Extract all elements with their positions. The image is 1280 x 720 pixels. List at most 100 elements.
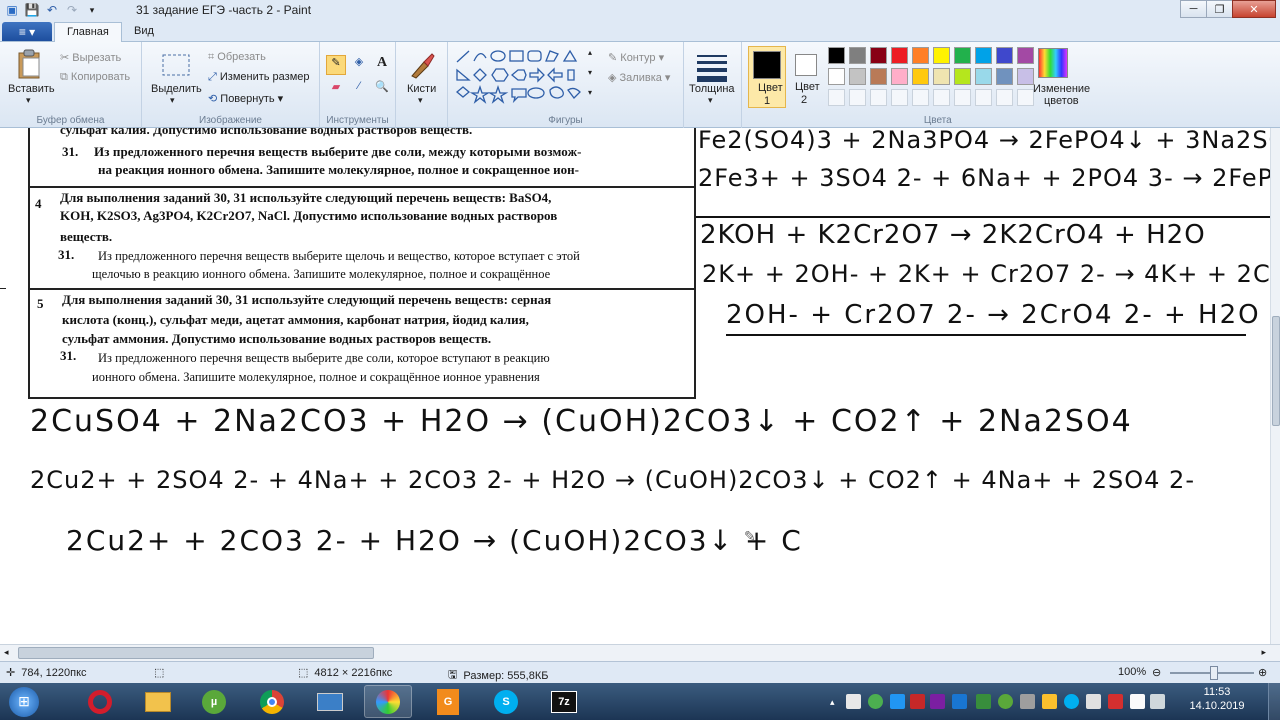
palette-color-swatch[interactable] (1017, 68, 1034, 85)
shapes-expand-icon[interactable]: ▾ (588, 88, 592, 97)
vertical-scrollbar[interactable] (1270, 128, 1280, 644)
text-tool-icon[interactable]: A (372, 55, 392, 75)
brushes-dropdown-icon[interactable]: ▾ (418, 95, 423, 106)
palette-color-swatch[interactable] (912, 47, 929, 64)
tab-view[interactable]: Вид (122, 22, 166, 42)
tray-app-icon[interactable] (1042, 694, 1057, 709)
pencil-tool-icon[interactable]: ✎ (326, 55, 346, 75)
paint-app-icon[interactable]: ▣ (4, 2, 20, 18)
shapes-scroll-down-icon[interactable]: ▾ (588, 68, 592, 77)
explorer-taskbar-icon[interactable] (134, 685, 182, 718)
pdf-taskbar-icon[interactable]: G (424, 685, 472, 718)
palette-color-swatch[interactable] (891, 47, 908, 64)
custom-color-slot[interactable] (891, 89, 908, 106)
palette-color-swatch[interactable] (912, 68, 929, 85)
shapes-scroll-up-icon[interactable]: ▴ (588, 48, 592, 57)
color1-button[interactable]: Цвет 1 (748, 46, 786, 108)
select-icon[interactable] (160, 50, 192, 82)
scroll-right-icon[interactable]: ▸ (1261, 647, 1266, 658)
custom-color-slot[interactable] (912, 89, 929, 106)
maximize-button[interactable]: ❐ (1206, 0, 1233, 18)
close-button[interactable]: ✕ (1232, 0, 1276, 18)
palette-color-swatch[interactable] (933, 68, 950, 85)
tray-network-icon[interactable] (1130, 694, 1145, 709)
custom-color-slot[interactable] (828, 89, 845, 106)
crop-button[interactable]: ⌗ Обрезать (208, 51, 266, 64)
palette-color-swatch[interactable] (849, 47, 866, 64)
tray-app-icon[interactable] (890, 694, 905, 709)
fill-button[interactable]: ◈ Заливка ▾ (608, 71, 670, 84)
scroll-left-icon[interactable]: ◂ (4, 647, 9, 658)
minimize-button[interactable]: ─ (1180, 0, 1207, 18)
zoom-out-button[interactable]: ⊖ (1152, 666, 1161, 679)
edit-colors-label-2[interactable]: цветов (1044, 95, 1079, 107)
start-button[interactable]: ⊞ (0, 685, 48, 718)
horizontal-scroll-thumb[interactable] (18, 647, 374, 659)
tray-app-icon[interactable] (1020, 694, 1035, 709)
7zip-taskbar-icon[interactable]: 7z (540, 685, 588, 718)
paste-dropdown-icon[interactable]: ▾ (26, 95, 31, 106)
paint-taskbar-icon[interactable] (364, 685, 412, 718)
select-button[interactable]: Выделить (151, 83, 202, 95)
resize-button[interactable]: ⤢ Изменить размер (208, 71, 310, 84)
palette-color-swatch[interactable] (933, 47, 950, 64)
outline-button[interactable]: ✎ Контур ▾ (608, 51, 664, 64)
show-desktop-button[interactable] (1268, 683, 1280, 720)
tray-skype-icon[interactable] (1064, 694, 1079, 709)
chrome-taskbar-icon[interactable] (248, 685, 296, 718)
size-dropdown-icon[interactable]: ▾ (708, 95, 713, 106)
canvas-area[interactable]: сульфат калия. Допустимо использование в… (0, 128, 1280, 644)
file-menu-button[interactable]: ≡ ▾ (2, 22, 52, 41)
brushes-button[interactable]: Кисти (407, 83, 436, 95)
eraser-tool-icon[interactable]: ▰ (326, 80, 346, 100)
tray-app-icon[interactable] (1086, 694, 1101, 709)
edit-colors-label[interactable]: Изменение (1033, 83, 1090, 95)
palette-color-swatch[interactable] (828, 47, 845, 64)
palette-color-swatch[interactable] (996, 47, 1013, 64)
fill-tool-icon[interactable]: ◈ (349, 55, 369, 75)
zoom-in-button[interactable]: ⊕ (1258, 666, 1267, 679)
redo-icon[interactable]: ↷ (64, 2, 80, 18)
palette-color-swatch[interactable] (975, 68, 992, 85)
color2-button[interactable]: Цвет 2 (788, 46, 826, 108)
taskbar-clock[interactable]: 11:53 14.10.2019 (1180, 686, 1254, 712)
tray-app-icon[interactable] (976, 694, 991, 709)
customize-qa-icon[interactable]: ▾ (84, 2, 100, 18)
paste-button[interactable]: Вставить (8, 83, 55, 95)
tray-check-icon[interactable] (868, 694, 883, 709)
custom-color-slot[interactable] (933, 89, 950, 106)
vertical-scroll-thumb[interactable] (1272, 316, 1280, 426)
undo-icon[interactable]: ↶ (44, 2, 60, 18)
line-thickness-icon[interactable] (696, 52, 728, 84)
custom-color-slot[interactable] (996, 89, 1013, 106)
palette-color-swatch[interactable] (954, 68, 971, 85)
paste-icon[interactable] (14, 48, 46, 80)
size-button[interactable]: Толщина (689, 83, 735, 95)
custom-color-slot[interactable] (1017, 89, 1034, 106)
tab-home[interactable]: Главная (54, 22, 122, 42)
rotate-button[interactable]: ⟲ Повернуть ▾ (208, 92, 283, 105)
horizontal-scrollbar[interactable]: ◂ ▸ (0, 644, 1280, 661)
palette-color-swatch[interactable] (975, 47, 992, 64)
tray-app-icon[interactable] (930, 694, 945, 709)
edit-colors-icon[interactable] (1038, 48, 1068, 78)
magnifier-icon[interactable]: 🔍 (372, 80, 392, 100)
display-taskbar-icon[interactable] (306, 685, 354, 718)
palette-color-swatch[interactable] (1017, 47, 1034, 64)
skype-taskbar-icon[interactable]: S (482, 685, 530, 718)
zoom-slider-thumb[interactable] (1210, 666, 1218, 680)
color-picker-icon[interactable]: ⁄ (349, 80, 369, 100)
tray-utorrent-icon[interactable] (998, 694, 1013, 709)
custom-color-slot[interactable] (849, 89, 866, 106)
utorrent-taskbar-icon[interactable]: µ (190, 685, 238, 718)
palette-color-swatch[interactable] (954, 47, 971, 64)
palette-color-swatch[interactable] (849, 68, 866, 85)
tray-expand-icon[interactable]: ▴ (830, 697, 835, 708)
tray-app-icon[interactable] (952, 694, 967, 709)
custom-color-slot[interactable] (954, 89, 971, 106)
copy-button[interactable]: ⧉ Копировать (60, 71, 130, 84)
palette-color-swatch[interactable] (996, 68, 1013, 85)
custom-color-slot[interactable] (870, 89, 887, 106)
palette-color-swatch[interactable] (870, 68, 887, 85)
brush-icon[interactable] (406, 50, 438, 82)
